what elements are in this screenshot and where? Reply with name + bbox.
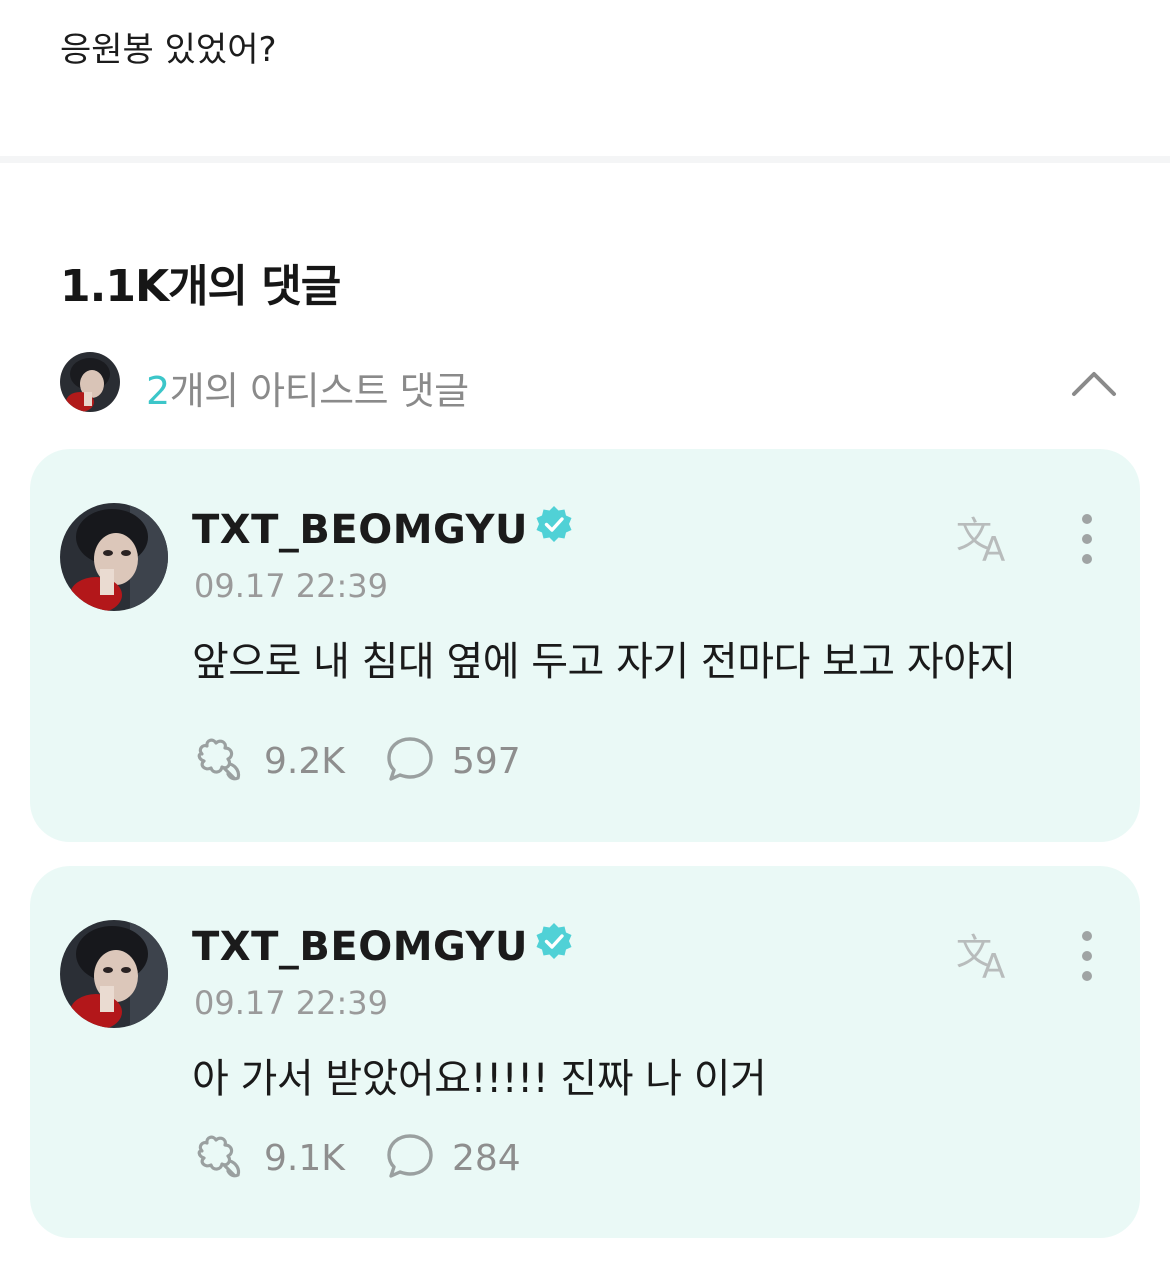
comments-heading: 1.1K개의 댓글 [60,261,341,312]
post-text: 응원봉 있었어? [60,30,277,70]
artist-comments-toggle[interactable]: 2개의 아티스트 댓글 [60,352,1120,414]
reply-button[interactable]: 597 [386,735,521,787]
artist-mini-avatar [60,352,120,412]
cheer-button[interactable]: 9.1K [194,1132,345,1184]
comment-text: 아 가서 받았어요!!!!! 진짜 나 이거 [192,1056,767,1102]
svg-text:A: A [982,530,1005,567]
reply-count: 284 [452,1137,521,1179]
avatar[interactable] [60,920,168,1028]
translate-icon[interactable]: 文 A [956,928,1018,987]
comment-bubble-icon [386,1132,434,1184]
timestamp: 09.17 22:39 [194,567,388,605]
cheer-button[interactable]: 9.2K [194,735,345,787]
section-divider [0,156,1170,163]
cheer-count: 9.1K [264,1137,345,1179]
artist-comments-label: 2개의 아티스트 댓글 [146,360,469,415]
translate-icon[interactable]: 文 A [956,511,1018,570]
avatar[interactable] [60,503,168,611]
artist-comments-suffix: 개의 아티스트 댓글 [169,369,469,413]
comment-text: 앞으로 내 침대 옆에 두고 자기 전마다 보고 자야지 [192,639,1016,685]
cheer-count: 9.2K [264,740,345,782]
reply-count: 597 [452,740,521,782]
artist-comments-count: 2 [146,369,170,413]
username[interactable]: TXT_BEOMGYU [192,921,574,971]
cheer-icon [194,1131,246,1185]
more-vertical-icon[interactable] [1070,513,1104,565]
timestamp: 09.17 22:39 [194,984,388,1022]
verified-badge-icon [534,921,574,971]
svg-text:A: A [982,947,1005,984]
artist-comment-card: TXT_BEOMGYU 09.17 22:39 文 A 아 가서 받았어요!!!… [30,866,1140,1238]
chevron-up-icon[interactable] [1068,358,1120,410]
username[interactable]: TXT_BEOMGYU [192,504,574,554]
verified-badge-icon [534,504,574,554]
artist-comment-card: TXT_BEOMGYU 09.17 22:39 文 A 앞으로 내 침대 옆에 … [30,449,1140,842]
comment-bubble-icon [386,735,434,787]
cheer-icon [194,734,246,788]
reply-button[interactable]: 284 [386,1132,521,1184]
more-vertical-icon[interactable] [1070,930,1104,982]
